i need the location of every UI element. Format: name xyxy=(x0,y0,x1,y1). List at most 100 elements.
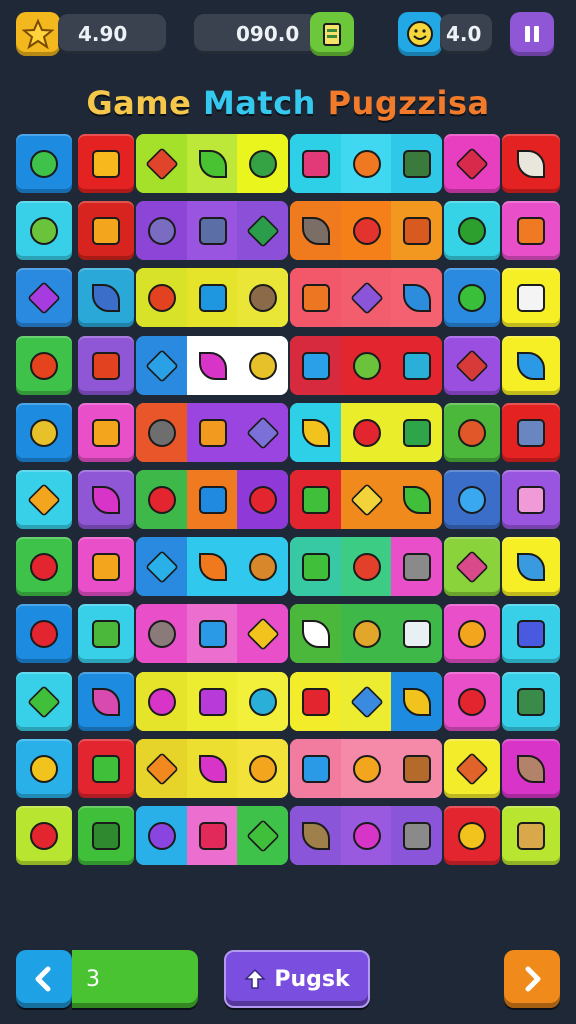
game-tile[interactable] xyxy=(444,672,500,731)
game-tile[interactable] xyxy=(237,336,288,395)
game-tile[interactable] xyxy=(341,806,392,865)
game-tile[interactable] xyxy=(136,134,187,193)
game-tile[interactable] xyxy=(502,403,560,462)
game-tile[interactable] xyxy=(237,134,288,193)
game-tile[interactable] xyxy=(187,739,238,798)
game-tile[interactable] xyxy=(187,403,238,462)
game-tile[interactable] xyxy=(16,604,72,663)
game-tile[interactable] xyxy=(502,336,560,395)
game-tile[interactable] xyxy=(136,403,187,462)
game-tile[interactable] xyxy=(391,604,442,663)
game-tile[interactable] xyxy=(444,604,500,663)
game-tile[interactable] xyxy=(16,134,72,193)
game-tile[interactable] xyxy=(187,201,238,260)
pause-button[interactable] xyxy=(510,12,554,56)
game-tile[interactable] xyxy=(502,134,560,193)
game-tile[interactable] xyxy=(341,604,392,663)
game-tile[interactable] xyxy=(237,470,288,529)
game-tile[interactable] xyxy=(502,537,560,596)
game-tile[interactable] xyxy=(237,672,288,731)
game-tile[interactable] xyxy=(444,134,500,193)
game-tile[interactable] xyxy=(444,336,500,395)
game-tile[interactable] xyxy=(136,470,187,529)
game-tile[interactable] xyxy=(237,604,288,663)
game-tile[interactable] xyxy=(341,268,392,327)
game-tile[interactable] xyxy=(237,806,288,865)
game-tile[interactable] xyxy=(444,268,500,327)
game-tile[interactable] xyxy=(502,604,560,663)
game-tile[interactable] xyxy=(444,537,500,596)
game-tile[interactable] xyxy=(136,739,187,798)
game-tile[interactable] xyxy=(290,739,341,798)
back-button[interactable] xyxy=(16,950,72,1008)
game-tile[interactable] xyxy=(16,739,72,798)
game-tile[interactable] xyxy=(78,806,134,865)
game-tile[interactable] xyxy=(502,470,560,529)
game-tile[interactable] xyxy=(16,336,72,395)
game-tile[interactable] xyxy=(16,470,72,529)
game-tile[interactable] xyxy=(187,604,238,663)
game-tile[interactable] xyxy=(290,537,341,596)
game-tile[interactable] xyxy=(237,201,288,260)
game-tile[interactable] xyxy=(187,806,238,865)
game-tile[interactable] xyxy=(78,268,134,327)
game-tile[interactable] xyxy=(341,537,392,596)
action-button[interactable]: Pugsk xyxy=(224,950,370,1008)
game-tile[interactable] xyxy=(187,537,238,596)
game-tile[interactable] xyxy=(502,672,560,731)
game-tile[interactable] xyxy=(391,403,442,462)
game-tile[interactable] xyxy=(391,739,442,798)
game-tile[interactable] xyxy=(78,134,134,193)
game-tile[interactable] xyxy=(502,201,560,260)
game-tile[interactable] xyxy=(16,403,72,462)
game-tile[interactable] xyxy=(16,201,72,260)
game-tile[interactable] xyxy=(136,201,187,260)
game-tile[interactable] xyxy=(391,134,442,193)
game-tile[interactable] xyxy=(187,672,238,731)
game-tile[interactable] xyxy=(341,470,392,529)
game-tile[interactable] xyxy=(391,537,442,596)
game-tile[interactable] xyxy=(136,336,187,395)
game-tile[interactable] xyxy=(341,739,392,798)
game-tile[interactable] xyxy=(136,604,187,663)
game-tile[interactable] xyxy=(78,604,134,663)
game-tile[interactable] xyxy=(391,268,442,327)
game-tile[interactable] xyxy=(237,739,288,798)
game-tile[interactable] xyxy=(78,470,134,529)
game-tile[interactable] xyxy=(237,403,288,462)
game-tile[interactable] xyxy=(16,537,72,596)
game-tile[interactable] xyxy=(78,336,134,395)
game-tile[interactable] xyxy=(290,403,341,462)
game-tile[interactable] xyxy=(290,268,341,327)
game-tile[interactable] xyxy=(391,201,442,260)
game-tile[interactable] xyxy=(502,806,560,865)
game-tile[interactable] xyxy=(290,806,341,865)
game-tile[interactable] xyxy=(78,537,134,596)
game-tile[interactable] xyxy=(391,336,442,395)
game-tile[interactable] xyxy=(78,672,134,731)
game-tile[interactable] xyxy=(136,672,187,731)
game-tile[interactable] xyxy=(16,806,72,865)
game-tile[interactable] xyxy=(444,201,500,260)
game-tile[interactable] xyxy=(341,336,392,395)
game-tile[interactable] xyxy=(444,739,500,798)
game-tile[interactable] xyxy=(237,268,288,327)
game-tile[interactable] xyxy=(290,336,341,395)
game-tile[interactable] xyxy=(391,672,442,731)
next-button[interactable] xyxy=(504,950,560,1008)
game-tile[interactable] xyxy=(237,537,288,596)
game-tile[interactable] xyxy=(290,470,341,529)
game-tile[interactable] xyxy=(78,403,134,462)
game-tile[interactable] xyxy=(187,470,238,529)
game-tile[interactable] xyxy=(16,268,72,327)
game-tile[interactable] xyxy=(16,672,72,731)
game-tile[interactable] xyxy=(502,268,560,327)
game-tile[interactable] xyxy=(290,134,341,193)
game-tile[interactable] xyxy=(341,134,392,193)
game-tile[interactable] xyxy=(444,403,500,462)
game-tile[interactable] xyxy=(391,470,442,529)
game-tile[interactable] xyxy=(78,201,134,260)
game-tile[interactable] xyxy=(290,604,341,663)
game-tile[interactable] xyxy=(502,739,560,798)
game-tile[interactable] xyxy=(290,672,341,731)
